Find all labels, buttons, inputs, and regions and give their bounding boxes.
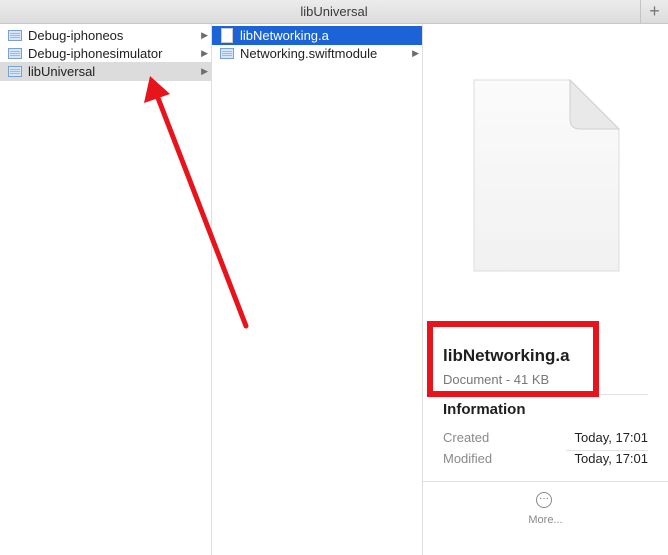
list-item-label: Debug-iphonesimulator [28, 46, 163, 61]
divider [443, 394, 648, 395]
list-item-label: Networking.swiftmodule [240, 46, 378, 61]
chevron-right-icon: ▶ [201, 30, 208, 40]
list-item-debug-iphonesimulator[interactable]: Debug-iphonesimulator ▶ [0, 44, 211, 63]
column-libuniversal[interactable]: libNetworking.a Networking.swiftmodule ▶ [212, 24, 423, 555]
list-item-libnetworking[interactable]: libNetworking.a [212, 26, 422, 45]
information-heading: Information [443, 401, 526, 418]
list-item-networking-swiftmodule[interactable]: Networking.swiftmodule ▶ [212, 44, 422, 63]
meta-row-created: Created Today, 17:01 [443, 430, 648, 451]
preview-pane: libNetworking.a Document - 41 KB Informa… [423, 24, 668, 555]
list-item-label: libUniversal [28, 64, 96, 79]
column-builds[interactable]: Debug-iphoneos ▶ Debug-iphonesimulator ▶… [0, 24, 212, 555]
chevron-right-icon: ▶ [201, 48, 208, 58]
file-kind-size: Document - 41 KB [443, 372, 550, 387]
meta-key: Created [443, 430, 490, 445]
folder-icon [8, 30, 22, 41]
chevron-right-icon: ▶ [201, 66, 208, 76]
document-preview-icon [473, 79, 620, 272]
meta-key: Modified [443, 451, 493, 466]
more-button[interactable]: ··· More... [423, 492, 668, 542]
meta-value: Today, 17:01 [574, 451, 648, 466]
list-item-debug-iphoneos[interactable]: Debug-iphoneos ▶ [0, 26, 211, 45]
list-item-label: Debug-iphoneos [28, 28, 124, 43]
window-titlebar: libUniversal + [0, 0, 668, 24]
list-item-label: libNetworking.a [240, 28, 329, 43]
folder-icon [220, 48, 234, 59]
chevron-right-icon: ▶ [412, 48, 419, 58]
list-item-libuniversal[interactable]: libUniversal ▶ [0, 62, 211, 81]
folder-icon [8, 66, 22, 77]
folder-icon [8, 48, 22, 59]
ellipsis-icon: ··· [536, 492, 552, 508]
divider [423, 481, 668, 482]
meta-row-modified: Modified Today, 17:01 [443, 451, 648, 472]
file-name: libNetworking.a [443, 346, 570, 365]
add-tab-button[interactable]: + [640, 0, 668, 23]
meta-value: Today, 17:01 [574, 430, 648, 445]
document-icon [221, 28, 233, 43]
window-title: libUniversal [300, 4, 368, 19]
more-label: More... [528, 514, 563, 526]
